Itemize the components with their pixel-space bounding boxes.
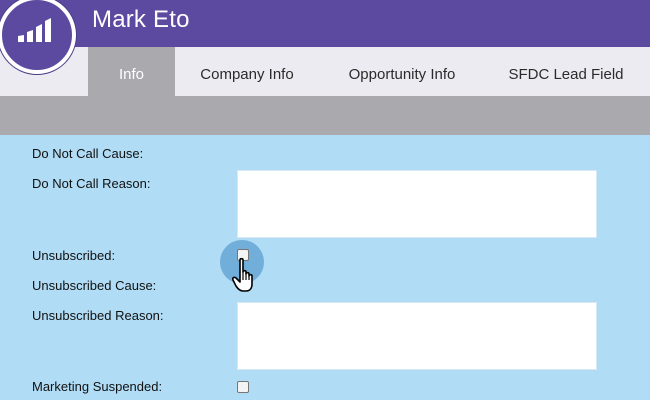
unsubscribed-label: Unsubscribed:: [32, 248, 116, 263]
toolbar-strip: [0, 96, 650, 135]
tab-info[interactable]: Info: [88, 47, 175, 96]
tab-opportunity-info[interactable]: Opportunity Info: [328, 47, 476, 96]
do-not-call-reason-label: Do Not Call Reason:: [32, 176, 151, 191]
do-not-call-reason-field[interactable]: [237, 170, 597, 238]
tab-company-info[interactable]: Company Info: [184, 47, 310, 96]
do-not-call-cause-label: Do Not Call Cause:: [32, 146, 144, 161]
unsubscribed-reason-label: Unsubscribed Reason:: [32, 308, 164, 323]
marketo-bars-logo-icon: [18, 18, 51, 42]
marketing-suspended-label: Marketing Suspended:: [32, 379, 163, 394]
marketing-suspended-checkbox[interactable]: [237, 381, 249, 393]
tab-bar: Info Company Info Opportunity Info SFDC …: [0, 47, 650, 96]
tab-sfdc-lead-field[interactable]: SFDC Lead Field: [495, 47, 637, 96]
header-bar: Mark Eto: [0, 0, 650, 47]
hand-pointer-icon: [232, 257, 253, 292]
unsubscribed-cause-label: Unsubscribed Cause:: [32, 278, 157, 293]
unsubscribed-reason-field[interactable]: [237, 302, 597, 370]
record-title: Mark Eto: [92, 6, 190, 33]
